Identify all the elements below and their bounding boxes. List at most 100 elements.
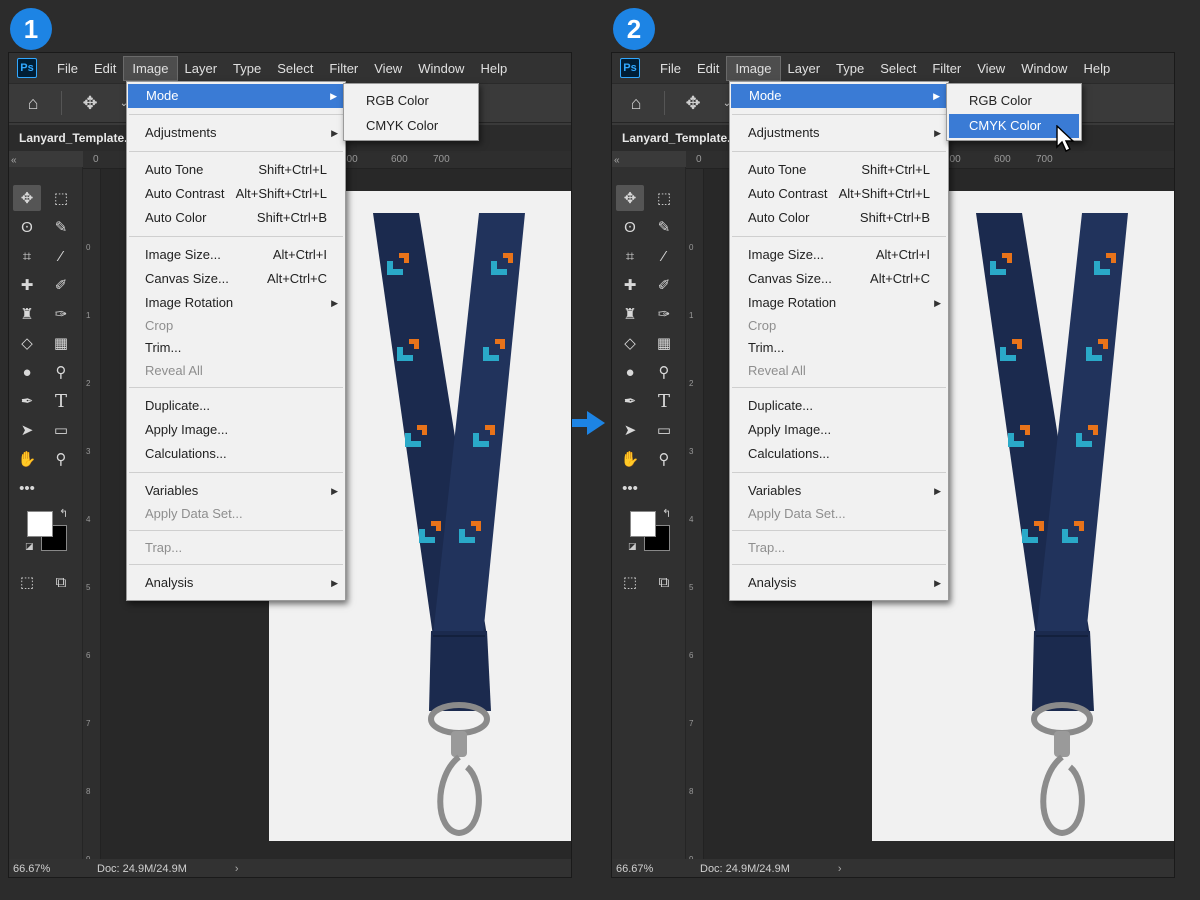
menu-layer[interactable]: Layer bbox=[177, 57, 226, 80]
menu-file[interactable]: File bbox=[49, 57, 86, 80]
menu-item-adjustments[interactable]: Adjustments ▶ bbox=[730, 121, 948, 145]
type-tool-icon[interactable]: T bbox=[47, 388, 75, 414]
menu-item-auto-contrast[interactable]: Auto Contrast Alt+Shift+Ctrl+L bbox=[127, 182, 345, 206]
menu-item-auto-color[interactable]: Auto Color Shift+Ctrl+B bbox=[730, 206, 948, 230]
menu-item-adjustments[interactable]: Adjustments ▶ bbox=[127, 121, 345, 145]
photoshop-logo-icon[interactable]: Ps bbox=[620, 58, 640, 78]
screen-mode-icon[interactable]: ⧉ bbox=[650, 569, 678, 595]
lasso-tool-icon[interactable]: ʘ bbox=[13, 214, 41, 240]
menu-item-image-size[interactable]: Image Size... Alt+Ctrl+I bbox=[730, 243, 948, 267]
history-brush-tool-icon[interactable]: ✑ bbox=[650, 301, 678, 327]
menu-item-apply-image[interactable]: Apply Image... bbox=[730, 418, 948, 442]
mode-cmyk-color[interactable]: CMYK Color bbox=[346, 114, 476, 138]
eyedropper-tool-icon[interactable]: ⁄ bbox=[47, 243, 75, 269]
menu-item-mode[interactable]: Mode ▶ bbox=[731, 84, 947, 108]
quick-select-tool-icon[interactable]: ✎ bbox=[47, 214, 75, 240]
more-tools-icon[interactable]: ••• bbox=[13, 475, 41, 501]
marquee-tool-icon[interactable]: ⬚ bbox=[650, 185, 678, 211]
marquee-tool-icon[interactable]: ⬚ bbox=[47, 185, 75, 211]
menu-item-auto-tone[interactable]: Auto Tone Shift+Ctrl+L bbox=[127, 158, 345, 182]
menu-item-analysis[interactable]: Analysis ▶ bbox=[730, 571, 948, 595]
move-tool-icon[interactable]: ✥ bbox=[679, 89, 707, 117]
quick-select-tool-icon[interactable]: ✎ bbox=[650, 214, 678, 240]
zoom-tool-icon[interactable]: ⚲ bbox=[650, 446, 678, 472]
move-tool-icon[interactable]: ✥ bbox=[76, 89, 104, 117]
default-colors-icon[interactable]: ◪ bbox=[25, 541, 34, 552]
mode-rgb-color[interactable]: RGB Color bbox=[949, 89, 1079, 113]
eraser-tool-icon[interactable]: ◇ bbox=[13, 330, 41, 356]
more-tools-icon[interactable]: ••• bbox=[616, 475, 644, 501]
history-brush-tool-icon[interactable]: ✑ bbox=[47, 301, 75, 327]
menu-layer[interactable]: Layer bbox=[780, 57, 829, 80]
menu-item-variables[interactable]: Variables ▶ bbox=[127, 479, 345, 503]
menu-item-calculations[interactable]: Calculations... bbox=[127, 442, 345, 466]
menu-window[interactable]: Window bbox=[1013, 57, 1075, 80]
menu-image[interactable]: Image bbox=[123, 55, 178, 81]
zoom-level[interactable]: 66.67% bbox=[612, 863, 686, 875]
path-select-tool-icon[interactable]: ➤ bbox=[13, 417, 41, 443]
eraser-tool-icon[interactable]: ◇ bbox=[616, 330, 644, 356]
crop-tool-icon[interactable]: ⌗ bbox=[13, 243, 41, 269]
menu-item-canvas-size[interactable]: Canvas Size... Alt+Ctrl+C bbox=[127, 267, 345, 291]
zoom-level[interactable]: 66.67% bbox=[9, 863, 83, 875]
menu-filter[interactable]: Filter bbox=[924, 57, 969, 80]
brush-tool-icon[interactable]: ✐ bbox=[47, 272, 75, 298]
brush-tool-icon[interactable]: ✐ bbox=[650, 272, 678, 298]
hand-tool-icon[interactable]: ✋ bbox=[13, 446, 41, 472]
foreground-color-swatch[interactable] bbox=[27, 511, 53, 537]
menu-edit[interactable]: Edit bbox=[86, 57, 124, 80]
foreground-color-swatch[interactable] bbox=[630, 511, 656, 537]
menu-item-duplicate[interactable]: Duplicate... bbox=[730, 394, 948, 418]
move-tool-icon[interactable]: ✥ bbox=[616, 185, 644, 211]
menu-window[interactable]: Window bbox=[410, 57, 472, 80]
collapse-panel-icon[interactable]: « bbox=[11, 155, 17, 166]
menu-select[interactable]: Select bbox=[269, 57, 321, 80]
menu-edit[interactable]: Edit bbox=[689, 57, 727, 80]
menu-type[interactable]: Type bbox=[225, 57, 269, 80]
healing-brush-tool-icon[interactable]: ✚ bbox=[13, 272, 41, 298]
menu-type[interactable]: Type bbox=[828, 57, 872, 80]
type-tool-icon[interactable]: T bbox=[650, 388, 678, 414]
quick-mask-icon[interactable]: ⬚ bbox=[13, 569, 41, 595]
home-icon[interactable]: ⌂ bbox=[622, 89, 650, 117]
blur-tool-icon[interactable]: ● bbox=[13, 359, 41, 385]
status-menu-icon[interactable]: › bbox=[235, 863, 239, 875]
photoshop-logo-icon[interactable]: Ps bbox=[17, 58, 37, 78]
collapse-panel-icon[interactable]: « bbox=[614, 155, 620, 166]
menu-item-mode[interactable]: Mode ▶ bbox=[128, 84, 344, 108]
zoom-tool-icon[interactable]: ⚲ bbox=[47, 446, 75, 472]
hand-tool-icon[interactable]: ✋ bbox=[616, 446, 644, 472]
menu-item-apply-image[interactable]: Apply Image... bbox=[127, 418, 345, 442]
rectangle-tool-icon[interactable]: ▭ bbox=[47, 417, 75, 443]
mode-rgb-color[interactable]: RGB Color bbox=[346, 89, 476, 113]
healing-brush-tool-icon[interactable]: ✚ bbox=[616, 272, 644, 298]
default-colors-icon[interactable]: ◪ bbox=[628, 541, 637, 552]
pen-tool-icon[interactable]: ✒ bbox=[13, 388, 41, 414]
eyedropper-tool-icon[interactable]: ⁄ bbox=[650, 243, 678, 269]
quick-mask-icon[interactable]: ⬚ bbox=[616, 569, 644, 595]
screen-mode-icon[interactable]: ⧉ bbox=[47, 569, 75, 595]
menu-item-image-rotation[interactable]: Image Rotation ▶ bbox=[127, 291, 345, 315]
menu-help[interactable]: Help bbox=[1075, 57, 1118, 80]
menu-select[interactable]: Select bbox=[872, 57, 924, 80]
menu-item-trim[interactable]: Trim... bbox=[127, 336, 345, 360]
home-icon[interactable]: ⌂ bbox=[19, 89, 47, 117]
menu-item-image-size[interactable]: Image Size... Alt+Ctrl+I bbox=[127, 243, 345, 267]
path-select-tool-icon[interactable]: ➤ bbox=[616, 417, 644, 443]
menu-item-calculations[interactable]: Calculations... bbox=[730, 442, 948, 466]
dodge-tool-icon[interactable]: ⚲ bbox=[47, 359, 75, 385]
dodge-tool-icon[interactable]: ⚲ bbox=[650, 359, 678, 385]
menu-help[interactable]: Help bbox=[472, 57, 515, 80]
menu-item-trim[interactable]: Trim... bbox=[730, 336, 948, 360]
menu-image[interactable]: Image bbox=[726, 55, 781, 81]
menu-file[interactable]: File bbox=[652, 57, 689, 80]
pen-tool-icon[interactable]: ✒ bbox=[616, 388, 644, 414]
menu-item-auto-color[interactable]: Auto Color Shift+Ctrl+B bbox=[127, 206, 345, 230]
menu-item-image-rotation[interactable]: Image Rotation ▶ bbox=[730, 291, 948, 315]
move-tool-icon[interactable]: ✥ bbox=[13, 185, 41, 211]
gradient-tool-icon[interactable]: ▦ bbox=[650, 330, 678, 356]
stamp-tool-icon[interactable]: ♜ bbox=[13, 301, 41, 327]
blur-tool-icon[interactable]: ● bbox=[616, 359, 644, 385]
menu-item-canvas-size[interactable]: Canvas Size... Alt+Ctrl+C bbox=[730, 267, 948, 291]
menu-item-analysis[interactable]: Analysis ▶ bbox=[127, 571, 345, 595]
